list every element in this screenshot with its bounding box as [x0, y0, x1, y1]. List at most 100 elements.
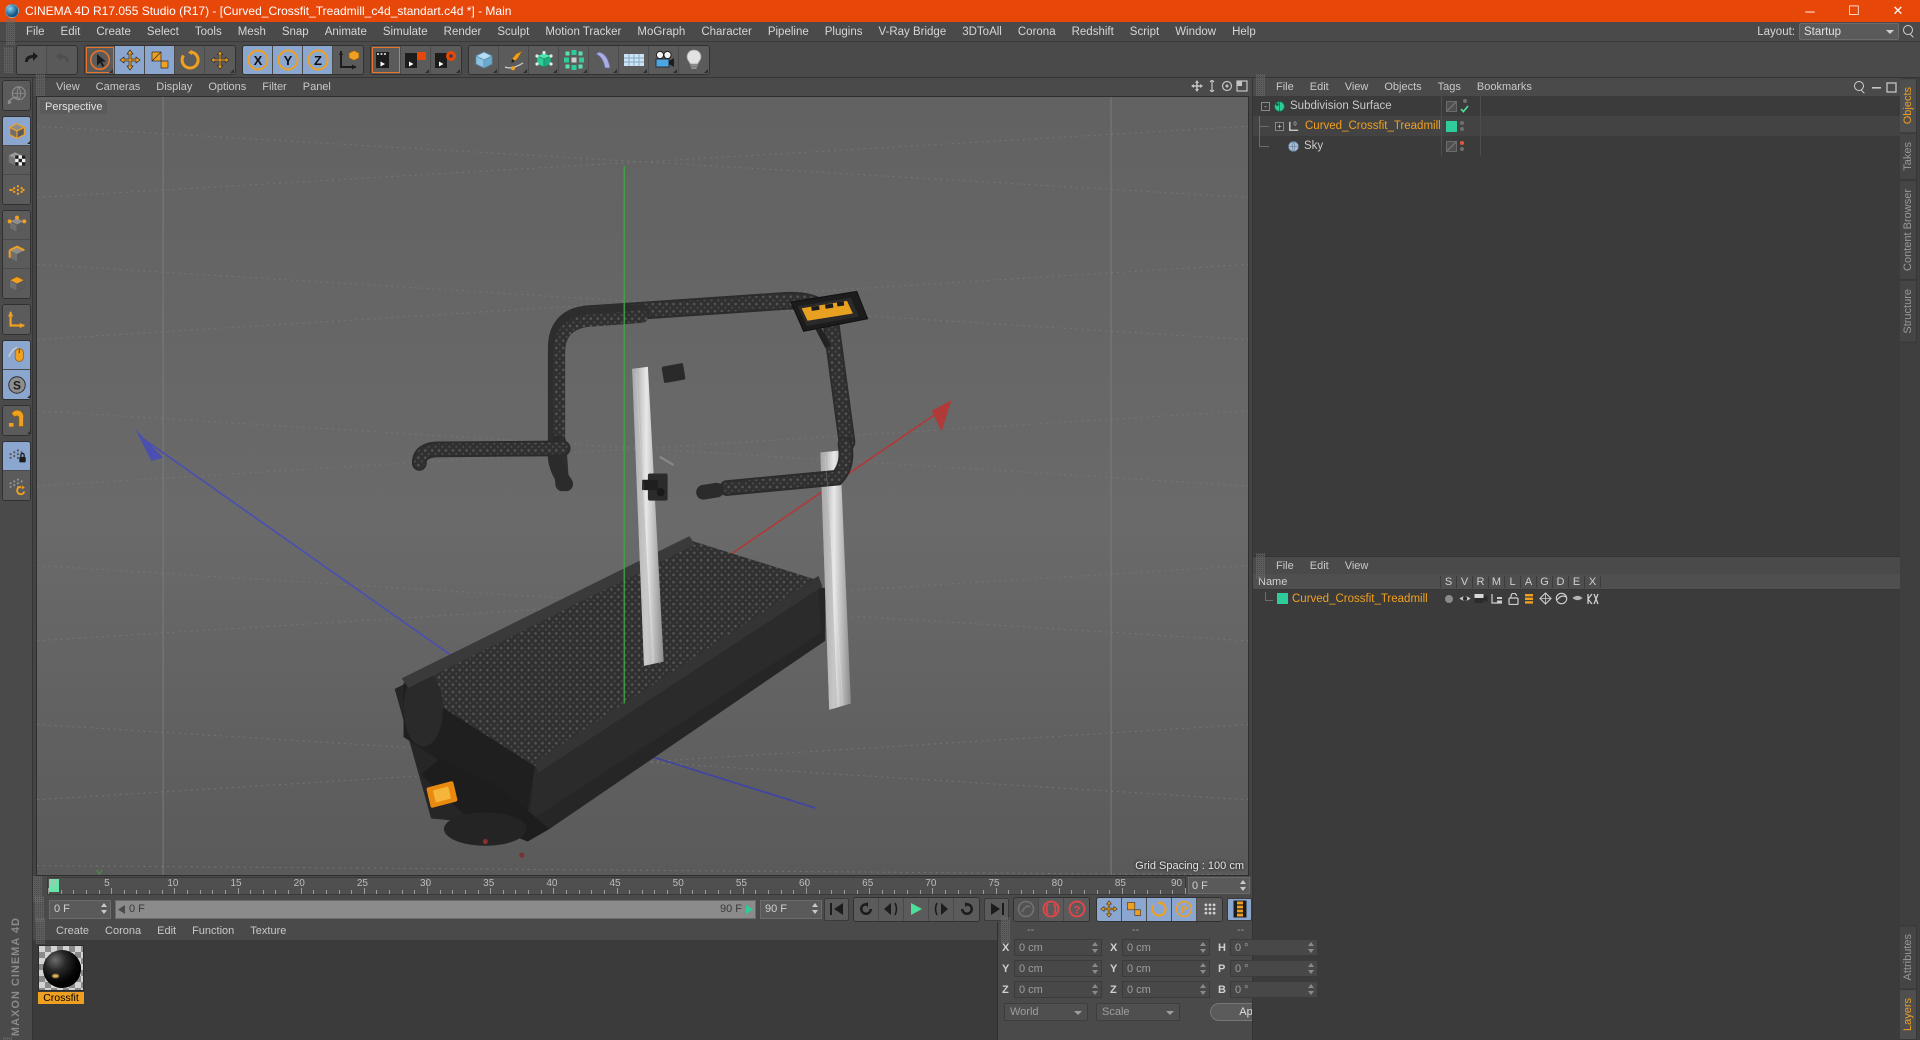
menu-item-motion-tracker[interactable]: Motion Tracker: [537, 22, 629, 42]
visibility-dot[interactable]: [1460, 147, 1464, 151]
visibility-toggle-icon[interactable]: [1446, 140, 1457, 152]
material-list[interactable]: Crossfit: [33, 940, 997, 1040]
menu-item-pipeline[interactable]: Pipeline: [760, 22, 817, 42]
layout-dropdown[interactable]: Startup: [1799, 23, 1899, 40]
menu-item-corona[interactable]: Corona: [1010, 22, 1064, 42]
maximize-button[interactable]: ☐: [1832, 0, 1876, 22]
rotate-icon[interactable]: [175, 45, 205, 74]
axis-y-icon[interactable]: Y: [273, 45, 303, 74]
nurbs-icon[interactable]: [529, 45, 559, 74]
visibility-dot[interactable]: [1460, 127, 1464, 131]
visibility-dot[interactable]: [1460, 121, 1464, 125]
layer-row[interactable]: Curved_Crossfit_Treadmill: [1253, 590, 1900, 607]
coordinate-field-size-x[interactable]: 0 cm: [1122, 939, 1210, 956]
menu-item-animate[interactable]: Animate: [317, 22, 375, 42]
layer-column-d[interactable]: D: [1553, 575, 1569, 588]
menu-item-render[interactable]: Render: [436, 22, 490, 42]
object-menu-view[interactable]: View: [1337, 78, 1377, 96]
layer-menu-file[interactable]: File: [1268, 557, 1302, 575]
layer-lock-icon[interactable]: [1505, 592, 1521, 605]
layer-manager-icon[interactable]: [1489, 593, 1505, 605]
next-key-icon[interactable]: [954, 897, 979, 921]
menu-item-select[interactable]: Select: [139, 22, 187, 42]
viewport-menu-display[interactable]: Display: [148, 78, 200, 96]
coordinate-field-position-z[interactable]: 0 cm: [1014, 981, 1102, 998]
right-tab-takes[interactable]: Takes: [1900, 133, 1917, 181]
layer-visible-icon[interactable]: [1457, 593, 1473, 604]
spinner-icon[interactable]: [1092, 984, 1099, 995]
tree-expander-plus-icon[interactable]: +: [1275, 121, 1284, 131]
key-parameter-icon[interactable]: P: [1172, 897, 1197, 921]
magnet-icon[interactable]: [2, 406, 30, 435]
menu-item-help[interactable]: Help: [1224, 22, 1264, 42]
polygons-mode-icon[interactable]: [2, 269, 30, 298]
layer-column-l[interactable]: L: [1505, 575, 1521, 588]
floor-icon[interactable]: [619, 45, 649, 74]
move-icon[interactable]: [115, 45, 145, 74]
scale-view-icon[interactable]: [1206, 80, 1218, 92]
timeline-frame-field[interactable]: 0 F: [1188, 877, 1250, 894]
layer-column-m[interactable]: M: [1489, 575, 1505, 588]
material-menu-corona[interactable]: Corona: [97, 922, 149, 940]
viewport-solo-icon[interactable]: [2, 341, 30, 370]
spinner-icon[interactable]: [812, 902, 819, 914]
right-tab-content-browser[interactable]: Content Browser: [1900, 180, 1917, 280]
layer-menu-edit[interactable]: Edit: [1302, 557, 1337, 575]
menu-item-mograph[interactable]: MoGraph: [629, 22, 693, 42]
menu-item-character[interactable]: Character: [693, 22, 760, 42]
perspective-viewport[interactable]: Perspective Grid Spacing : 100 cm Y: [36, 96, 1249, 876]
axis-z-icon[interactable]: Z: [303, 45, 333, 74]
object-menu-tags[interactable]: Tags: [1430, 78, 1469, 96]
menu-item-redshift[interactable]: Redshift: [1064, 22, 1122, 42]
render-picture-viewer-icon[interactable]: [401, 45, 431, 74]
layer-menu-view[interactable]: View: [1337, 557, 1377, 575]
coordinate-field-size-y[interactable]: 0 cm: [1122, 960, 1210, 977]
axis-x-icon[interactable]: X: [243, 45, 273, 74]
spinner-icon[interactable]: [1092, 963, 1099, 974]
previous-key-icon[interactable]: [854, 897, 879, 921]
cube-primitive-icon[interactable]: [469, 45, 499, 74]
move-view-icon[interactable]: [1191, 80, 1203, 92]
enabled-check-icon[interactable]: [1460, 105, 1469, 113]
material-item[interactable]: Crossfit: [38, 945, 84, 1004]
go-to-start-icon[interactable]: [824, 897, 849, 921]
spinner-icon[interactable]: [1308, 963, 1315, 974]
layer-column-s[interactable]: S: [1441, 575, 1457, 588]
search-icon[interactable]: [1854, 81, 1867, 94]
viewport-menu-panel[interactable]: Panel: [295, 78, 339, 96]
spinner-icon[interactable]: [1200, 984, 1207, 995]
layer-manager-body[interactable]: Name S V R M L A G D E X Curved_Crossfit_Treadmill: [1253, 574, 1900, 1040]
model-mode-icon[interactable]: [2, 117, 30, 146]
coordinate-field-rotation-p[interactable]: 0 °: [1230, 960, 1318, 977]
minimize-icon[interactable]: [1871, 82, 1882, 93]
layer-column-name[interactable]: Name: [1253, 575, 1441, 588]
menu-item-snap[interactable]: Snap: [274, 22, 317, 42]
object-row[interactable]: - Subdivision Surface: [1253, 96, 1900, 116]
scale-icon[interactable]: [145, 45, 175, 74]
layer-render-icon[interactable]: [1473, 593, 1489, 604]
bend-deformer-icon[interactable]: [589, 45, 619, 74]
texture-mode-icon[interactable]: [2, 146, 30, 175]
spinner-icon[interactable]: [1240, 880, 1247, 891]
spinner-icon[interactable]: [1200, 942, 1207, 953]
layer-xpresso-icon[interactable]: [1585, 593, 1601, 605]
record-active-objects-icon[interactable]: [1014, 897, 1039, 921]
layer-deformer-icon[interactable]: [1553, 592, 1569, 605]
object-menu-bookmarks[interactable]: Bookmarks: [1469, 78, 1540, 96]
key-position-icon[interactable]: [1097, 897, 1122, 921]
object-menu-edit[interactable]: Edit: [1302, 78, 1337, 96]
maximize-panel-icon[interactable]: [1886, 82, 1897, 93]
menu-item-window[interactable]: Window: [1167, 22, 1224, 42]
timeline-icon[interactable]: [1227, 897, 1252, 921]
spinner-icon[interactable]: [1308, 942, 1315, 953]
object-row[interactable]: Sky: [1253, 136, 1900, 156]
spinner-icon[interactable]: [1308, 984, 1315, 995]
menu-item-tools[interactable]: Tools: [187, 22, 230, 42]
light-icon[interactable]: [679, 45, 709, 74]
search-icon[interactable]: [1903, 25, 1916, 38]
autokeying-icon[interactable]: [1039, 897, 1064, 921]
next-frame-icon[interactable]: [929, 897, 954, 921]
layer-expression-icon[interactable]: [1569, 594, 1585, 604]
render-settings-icon[interactable]: [431, 45, 461, 74]
visibility-dots[interactable]: [1460, 121, 1464, 131]
